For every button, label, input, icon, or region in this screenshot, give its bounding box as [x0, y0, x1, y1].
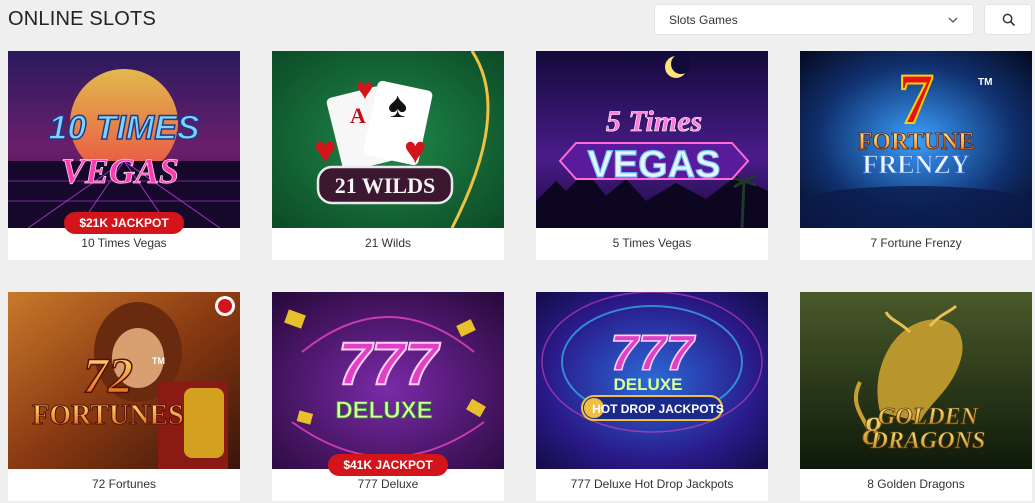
game-category-select[interactable]: Slots Games: [654, 4, 974, 35]
game-thumbnail[interactable]: 777 DELUXE: [272, 292, 504, 469]
game-thumbnail[interactable]: A ♠ ♥ ♥ ♥ 21 WILDS: [272, 51, 504, 228]
art-trademark: TM: [978, 77, 992, 88]
game-title[interactable]: 72 Fortunes: [8, 469, 240, 501]
game-title[interactable]: 777 Deluxe Hot Drop Jackpots: [536, 469, 768, 501]
art-number: 72: [83, 347, 133, 403]
art-title-line-2: FRENZY: [863, 150, 970, 179]
search-button[interactable]: [984, 4, 1032, 35]
page-title: ONLINE SLOTS: [8, 8, 156, 30]
game-category-select-value: Slots Games: [669, 12, 738, 27]
svg-text:♠: ♠: [388, 84, 407, 125]
svg-text:♥: ♥: [356, 73, 374, 106]
art-subtitle: HOT DROP JACKPOTS: [592, 402, 724, 416]
art-trademark: TM: [152, 356, 165, 366]
game-thumbnail[interactable]: 777 DELUXE HOT DROP JACKPOTS: [536, 292, 768, 469]
search-icon: [1002, 13, 1015, 26]
game-title[interactable]: 777 Deluxe: [272, 469, 504, 501]
svg-text:♥: ♥: [404, 130, 427, 172]
art-title-line-2: VEGAS: [587, 144, 720, 186]
game-thumbnail[interactable]: 72 TM FORTUNES: [8, 292, 240, 469]
art-title-line-1: 5 Times: [606, 105, 702, 138]
game-thumbnail[interactable]: 7 TM FORTUNE FRENZY: [800, 51, 1032, 228]
game-tile-21-wilds[interactable]: A ♠ ♥ ♥ ♥ 21 WILDS 21 Wilds: [272, 51, 504, 260]
art-title: 21 WILDS: [335, 173, 435, 198]
game-thumbnail[interactable]: 8 GOLDEN DRAGONS: [800, 292, 1032, 469]
game-tile-777-deluxe-hot-drop-jackpots[interactable]: 777 DELUXE HOT DROP JACKPOTS 777 Deluxe …: [536, 292, 768, 501]
svg-text:♥: ♥: [314, 130, 337, 172]
game-tile-7-fortune-frenzy[interactable]: 7 TM FORTUNE FRENZY 7 Fortune Frenzy: [800, 51, 1032, 260]
chevron-down-icon: [948, 16, 958, 23]
game-title[interactable]: 10 Times Vegas: [8, 228, 240, 260]
game-tile-8-golden-dragons[interactable]: 8 GOLDEN DRAGONS 8 Golden Dragons: [800, 292, 1032, 501]
game-tile-777-deluxe[interactable]: 777 DELUXE $41K JACKPOT 777 Deluxe: [272, 292, 504, 501]
art-symbol: 7: [898, 59, 934, 139]
game-thumbnail[interactable]: 5 Times VEGAS: [536, 51, 768, 228]
game-title[interactable]: 21 Wilds: [272, 228, 504, 260]
art-title-line-1: 10 TIMES: [48, 109, 199, 147]
game-title[interactable]: 5 Times Vegas: [536, 228, 768, 260]
art-title-line-2: VEGAS: [61, 151, 179, 191]
art-title: DELUXE: [614, 375, 683, 394]
game-title[interactable]: 7 Fortune Frenzy: [800, 228, 1032, 260]
art-title-line-1: GOLDEN: [878, 404, 980, 430]
svg-text:A: A: [350, 103, 366, 128]
game-thumbnail[interactable]: 10 TIMES VEGAS: [8, 51, 240, 228]
art-symbol: 777: [338, 330, 441, 397]
game-tile-72-fortunes[interactable]: 72 TM FORTUNES 72 Fortunes: [8, 292, 240, 501]
game-title[interactable]: 8 Golden Dragons: [800, 469, 1032, 501]
art-title: DELUXE: [335, 397, 432, 424]
art-title-line-2: DRAGONS: [870, 428, 986, 454]
game-tile-5-times-vegas[interactable]: 5 Times VEGAS 5 Times Vegas: [536, 51, 768, 260]
game-tile-10-times-vegas[interactable]: 10 TIMES VEGAS $21K JACKPOT 10 Times Veg…: [8, 51, 240, 260]
art-symbol: 777: [610, 325, 696, 381]
art-title: FORTUNES: [32, 400, 183, 431]
